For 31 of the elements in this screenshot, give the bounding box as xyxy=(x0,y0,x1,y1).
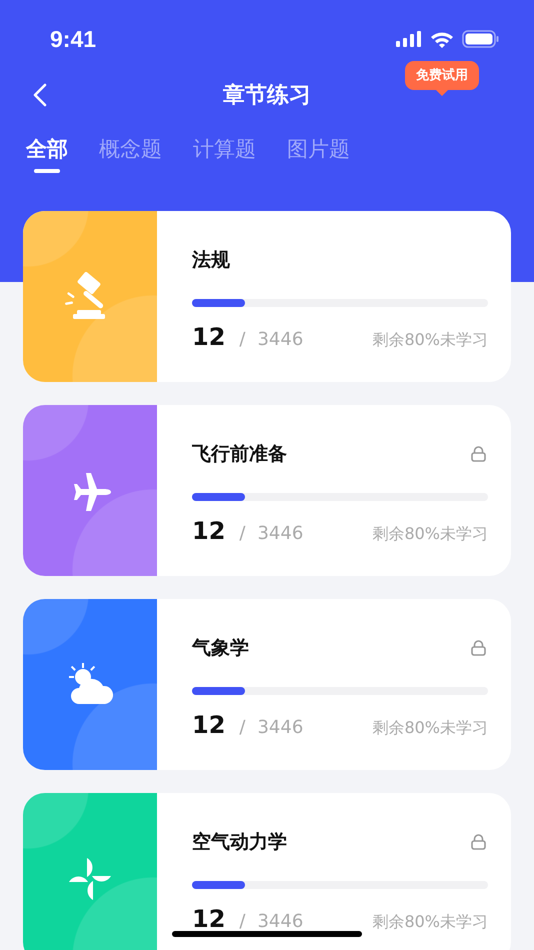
chapter-title: 空气动力学 xyxy=(192,830,287,855)
done-count: 12 xyxy=(192,323,226,351)
remaining-text: 剩余80%未学习 xyxy=(372,330,488,351)
total-count: 3446 xyxy=(257,329,304,350)
slash-separator: / xyxy=(239,911,246,932)
done-count: 12 xyxy=(192,905,226,933)
remaining-text: 剩余80%未学习 xyxy=(372,524,488,545)
remaining-text: 剩余80%未学习 xyxy=(372,718,488,739)
slash-separator: / xyxy=(239,523,246,544)
chapter-title: 飞行前准备 xyxy=(192,442,287,467)
status-time: 9:41 xyxy=(50,26,96,52)
wifi-icon xyxy=(430,30,454,48)
chapter-card[interactable]: 空气动力学 12 / 3446 剩余80%未学习 xyxy=(23,793,511,950)
back-icon[interactable] xyxy=(33,83,47,107)
chapter-title: 气象学 xyxy=(192,636,249,661)
chapter-card[interactable]: 法规 12 / 3446 剩余80%未学习 xyxy=(23,211,511,382)
slash-separator: / xyxy=(239,717,246,738)
total-count: 3446 xyxy=(257,523,304,544)
total-count: 3446 xyxy=(257,911,304,932)
done-count: 12 xyxy=(192,517,226,545)
battery-icon xyxy=(462,30,500,48)
chapter-title: 法规 xyxy=(192,248,230,273)
remaining-text: 剩余80%未学习 xyxy=(372,912,488,933)
page-title: 章节练习 xyxy=(223,82,311,110)
done-count: 12 xyxy=(192,711,226,739)
slash-separator: / xyxy=(239,329,246,350)
category-tab[interactable]: 全部 xyxy=(26,135,68,173)
total-count: 3446 xyxy=(257,717,304,738)
chapter-card[interactable]: 飞行前准备 12 / 3446 剩余80%未学习 xyxy=(23,405,511,576)
signal-icon xyxy=(396,31,422,47)
chapter-card[interactable]: 气象学 12 / 3446 剩余80%未学习 xyxy=(23,599,511,770)
